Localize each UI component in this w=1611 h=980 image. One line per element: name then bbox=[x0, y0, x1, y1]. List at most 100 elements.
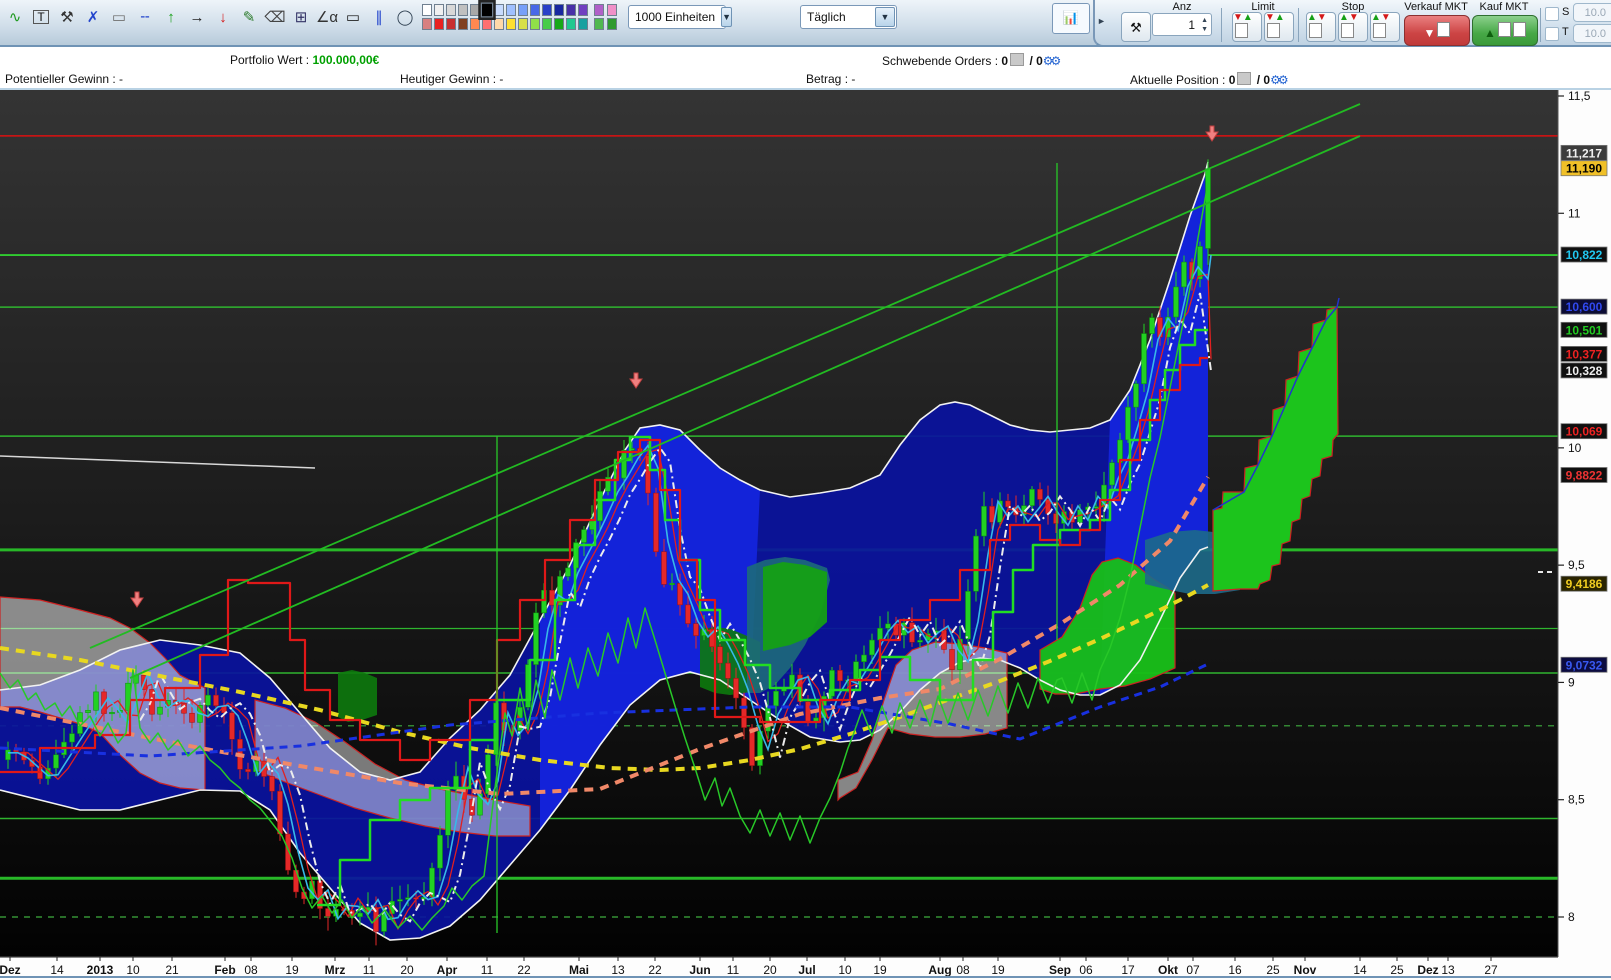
color-swatch[interactable] bbox=[530, 18, 540, 30]
chevron-down-icon[interactable]: ▼ bbox=[875, 7, 895, 27]
units-dropdown[interactable]: 1000 Einheiten ▼ bbox=[628, 5, 726, 29]
color-swatch[interactable] bbox=[422, 4, 432, 16]
cross-lines-tool-button[interactable]: ✗ bbox=[81, 3, 106, 31]
color-swatch[interactable] bbox=[458, 18, 468, 30]
settings-tools-button[interactable]: ⚒ bbox=[55, 3, 80, 31]
candle-body bbox=[814, 718, 819, 721]
color-swatch[interactable] bbox=[530, 4, 540, 16]
color-swatch[interactable] bbox=[494, 18, 504, 30]
draw-trendline-tool-button[interactable]: ✎ bbox=[237, 3, 262, 31]
color-swatch[interactable] bbox=[518, 4, 528, 16]
arrow-down-tool-button[interactable]: ↓ bbox=[211, 3, 236, 31]
stop-checkbox[interactable] bbox=[1545, 7, 1559, 21]
color-swatch[interactable] bbox=[481, 2, 494, 17]
color-swatch[interactable] bbox=[434, 18, 444, 30]
color-swatch[interactable] bbox=[446, 4, 456, 16]
color-swatch[interactable] bbox=[578, 4, 588, 16]
chevron-down-icon[interactable]: ▼ bbox=[721, 7, 732, 27]
color-swatch[interactable] bbox=[458, 4, 468, 16]
price-chart[interactable]: 11,511109,598,5811,21711,19010,82210,600… bbox=[0, 88, 1611, 980]
segment-tool-button[interactable]: ╌ bbox=[133, 3, 158, 31]
color-swatch[interactable] bbox=[518, 18, 528, 30]
stepper-arrows-icon[interactable]: ▲▼ bbox=[1201, 16, 1208, 34]
color-swatch[interactable] bbox=[566, 18, 576, 30]
color-swatch[interactable] bbox=[594, 18, 604, 30]
color-swatch[interactable] bbox=[554, 18, 564, 30]
candle-body bbox=[1174, 287, 1179, 317]
x-axis-label: 19 bbox=[285, 963, 299, 977]
candle-body bbox=[278, 791, 283, 834]
candle-body bbox=[886, 624, 891, 628]
color-swatch[interactable] bbox=[434, 4, 444, 16]
quantity-stepper[interactable]: 1 ▲▼ bbox=[1152, 13, 1212, 36]
candle-body bbox=[6, 750, 11, 760]
color-swatch[interactable] bbox=[607, 4, 617, 16]
candle-body bbox=[694, 624, 699, 636]
color-swatch[interactable] bbox=[542, 4, 552, 16]
stop-buy-button[interactable]: ▲▼ bbox=[1338, 12, 1368, 42]
color-swatch[interactable] bbox=[422, 18, 432, 30]
price-label: 10,328 bbox=[1566, 364, 1603, 378]
color-swatch[interactable] bbox=[494, 4, 504, 16]
stop-distance-spinner[interactable]: 10.0 ▲▼ bbox=[1573, 3, 1611, 22]
candle-body bbox=[158, 707, 163, 714]
position-icon[interactable] bbox=[1237, 72, 1251, 85]
rectangle-tool-button[interactable]: ▭ bbox=[341, 3, 366, 31]
ellipse-tool-button[interactable]: ◯ bbox=[393, 3, 418, 31]
candle-body bbox=[1150, 318, 1155, 334]
color-swatch[interactable] bbox=[482, 18, 492, 30]
sell-doc-icon: ▼ bbox=[1424, 22, 1451, 40]
chart-line-tool-button[interactable]: ∿ bbox=[3, 3, 28, 31]
color-swatch[interactable] bbox=[594, 4, 604, 16]
arrow-up-tool-button[interactable]: ↑ bbox=[159, 3, 184, 31]
indicator-tool-button[interactable]: ⊞ bbox=[289, 3, 314, 31]
color-swatch[interactable] bbox=[607, 18, 617, 30]
ruler-tool-button[interactable]: ▭ bbox=[107, 3, 132, 31]
units-dropdown-value: 1000 Einheiten bbox=[629, 10, 721, 24]
pending-orders-count: 0 bbox=[1001, 54, 1008, 68]
chart-canvas[interactable]: 11,511109,598,5811,21711,19010,82210,600… bbox=[0, 88, 1611, 980]
limit-sell-icon: ▼▲ bbox=[1233, 13, 1261, 41]
color-swatch[interactable] bbox=[446, 18, 456, 30]
orders-gear-icon[interactable]: ⚙⚙ bbox=[1043, 54, 1059, 68]
orders-icon[interactable] bbox=[1010, 53, 1024, 66]
limit-sell-button[interactable]: ▼▲ bbox=[1232, 12, 1262, 42]
buy-market-button[interactable]: ▲ bbox=[1472, 15, 1538, 46]
chart-type-button[interactable]: 📊 bbox=[1052, 3, 1090, 34]
delete-tool-button[interactable]: ⌫ bbox=[263, 3, 288, 31]
x-axis-label: Mrz bbox=[325, 963, 346, 977]
stop-distance-value: 10.0 bbox=[1585, 7, 1606, 19]
candle-body bbox=[246, 769, 251, 771]
limit-buy-button[interactable]: ▼▲ bbox=[1264, 12, 1294, 42]
angle-tool-button[interactable]: ∠α bbox=[315, 3, 340, 31]
x-axis-label: 13 bbox=[611, 963, 625, 977]
color-swatch[interactable] bbox=[470, 18, 480, 30]
stop-sell-button[interactable]: ▲▼ bbox=[1306, 12, 1336, 42]
panel-collapse-arrow-icon[interactable]: ► bbox=[1097, 16, 1106, 26]
channel-tool-button[interactable]: ∥ bbox=[367, 3, 392, 31]
target-distance-spinner[interactable]: 10.0 ▲▼ bbox=[1573, 24, 1611, 43]
order-settings-button[interactable]: ⚒ bbox=[1121, 12, 1151, 42]
arrow-right-tool-button[interactable]: → bbox=[185, 3, 210, 31]
text-tool-button[interactable]: T bbox=[29, 3, 54, 31]
color-swatch[interactable] bbox=[506, 4, 516, 16]
text-tool-icon: T bbox=[33, 10, 48, 24]
color-swatch[interactable] bbox=[554, 4, 564, 16]
divider bbox=[1221, 8, 1222, 42]
timeframe-dropdown[interactable]: Täglich ▼ bbox=[800, 5, 897, 29]
color-swatch[interactable] bbox=[542, 18, 552, 30]
color-swatch[interactable] bbox=[578, 18, 588, 30]
target-checkbox[interactable] bbox=[1545, 27, 1559, 41]
x-axis-label: Aug bbox=[928, 963, 951, 977]
color-swatch[interactable] bbox=[470, 4, 480, 16]
color-swatch[interactable] bbox=[506, 18, 516, 30]
position-gear-icon[interactable]: ⚙⚙ bbox=[1270, 73, 1286, 87]
stop-limit-button[interactable]: ▲▼ bbox=[1370, 12, 1400, 42]
sell-market-button[interactable]: ▼ bbox=[1404, 15, 1470, 46]
candle-body bbox=[670, 583, 675, 585]
recent-colors bbox=[594, 4, 619, 31]
candle-body bbox=[718, 647, 723, 663]
candle-body bbox=[438, 835, 443, 868]
portfolio-value: 100.000,00€ bbox=[312, 53, 379, 67]
color-swatch[interactable] bbox=[566, 4, 576, 16]
